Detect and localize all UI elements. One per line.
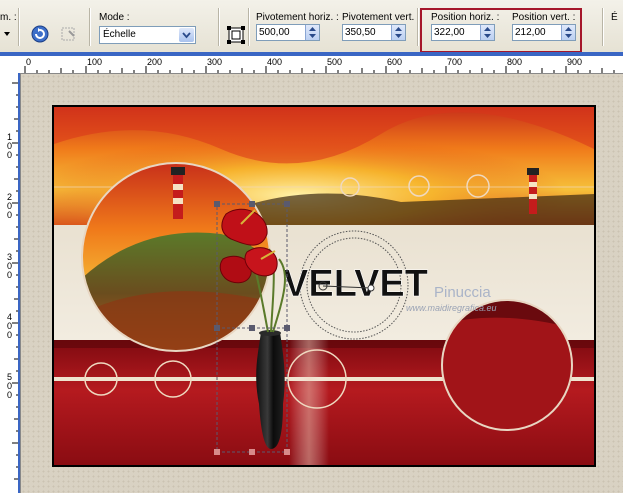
canvas-workspace[interactable]: VELVET Pinuccia www.maidiregrafica.eu [21,74,623,493]
handle-middle-center[interactable] [249,325,255,331]
ruler-label: 800 [507,57,523,67]
ruler-label: 500 [327,57,343,67]
rotation-vertical-label: Pivotement vert. : [342,12,420,23]
rotation-horizontal-value: 500,00 [259,27,290,38]
apply-button[interactable] [57,23,79,45]
chevron-down-icon[interactable] [179,28,194,42]
rotation-vertical-value: 350,50 [345,27,376,38]
website-text: www.maidiregrafica.eu [406,303,497,313]
cut-label: m. : [0,12,17,23]
rotation-horizontal-input[interactable]: 500,00 [256,24,320,41]
ruler-label: 4 0 0 [7,312,13,340]
handle-top-right[interactable] [284,201,290,207]
window-frame-edge [18,73,20,493]
separator [218,8,220,46]
dropdown-arrow-icon[interactable] [4,32,10,36]
position-highlight-box [420,8,582,53]
toolbar: m. : Mode : Échelle Pivotement horiz. : [0,0,623,53]
separator [602,8,604,46]
handle-middle-left[interactable] [214,325,220,331]
free-transform-button[interactable] [226,25,248,47]
ruler-label: 600 [387,57,403,67]
ruler-label: 1 0 0 [7,132,13,160]
separator [248,8,250,46]
mode-select[interactable]: Échelle [99,26,196,44]
handle-top-center[interactable] [249,201,255,207]
artwork-canvas[interactable]: VELVET Pinuccia www.maidiregrafica.eu [21,74,623,493]
signature-text: Pinuccia [434,284,491,301]
handle-bottom-left[interactable] [214,449,220,455]
handle-bottom-center[interactable] [249,449,255,455]
transform-icon [61,27,75,41]
ruler-label: 3 0 0 [7,252,13,280]
ruler-label: 400 [267,57,283,67]
ruler-label: 300 [207,57,223,67]
velvet-title: VELVET [283,263,428,305]
ruler-label: 700 [447,57,463,67]
reset-icon [31,25,49,43]
reset-button[interactable] [29,23,51,45]
ruler-label: 900 [567,57,583,67]
separator [417,8,419,46]
mode-label: Mode : [99,12,130,23]
spin-arrows-icon[interactable] [391,25,405,40]
handle-middle-right[interactable] [284,325,290,331]
ruler-label: 5 0 0 [7,372,13,400]
separator [18,8,20,46]
horizontal-ruler[interactable]: 0 100 200 300 400 500 600 700 800 900 [0,56,623,74]
mode-value: Échelle [103,29,136,40]
ruler-label: 200 [147,57,163,67]
ruler-label: 100 [87,57,103,67]
ruler-label: 0 [26,57,32,67]
cut-right-label: É [611,12,618,23]
handle-bottom-right[interactable] [284,449,290,455]
rotation-vertical-input[interactable]: 350,50 [342,24,406,41]
ruler-label: 2 0 0 [7,192,13,220]
separator [89,8,91,46]
handle-top-left[interactable] [214,201,220,207]
deform-icon [227,26,245,44]
rotation-horizontal-label: Pivotement horiz. : [256,12,339,23]
spin-arrows-icon[interactable] [305,25,319,40]
